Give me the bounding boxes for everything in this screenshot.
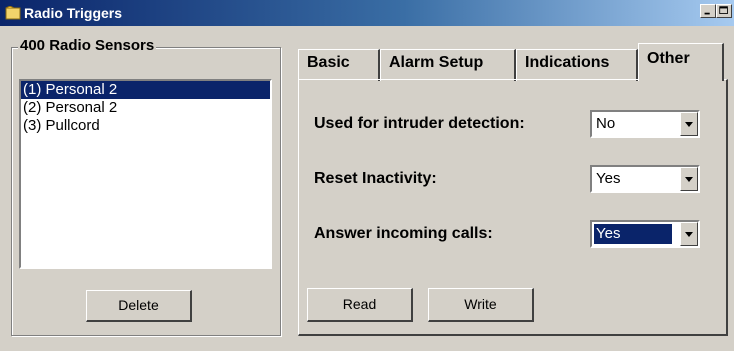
- minimize-icon: [704, 12, 710, 15]
- dropdown-arrow-button[interactable]: [680, 222, 698, 246]
- intruder-detection-label: Used for intruder detection:: [314, 115, 525, 132]
- reset-inactivity-select[interactable]: Yes: [590, 165, 700, 193]
- window-title: Radio Triggers: [24, 5, 123, 21]
- read-button[interactable]: Read: [307, 288, 413, 322]
- answer-calls-select[interactable]: Yes: [590, 220, 700, 248]
- maximize-icon: [719, 6, 728, 14]
- tab-alarm-setup[interactable]: Alarm Setup: [380, 49, 516, 81]
- intruder-detection-value: No: [596, 115, 616, 132]
- chevron-down-icon: [685, 122, 693, 127]
- chevron-down-icon: [685, 177, 693, 182]
- dropdown-arrow-button[interactable]: [680, 112, 698, 136]
- title-bar[interactable]: Radio Triggers: [0, 0, 734, 26]
- write-button[interactable]: Write: [428, 288, 534, 322]
- minimize-button[interactable]: [700, 4, 716, 18]
- answer-calls-label: Answer incoming calls:: [314, 225, 493, 242]
- sensor-list-item[interactable]: (3) Pullcord: [21, 117, 270, 135]
- reset-inactivity-value: Yes: [596, 170, 621, 187]
- sensors-group-title: 400 Radio Sensors: [18, 37, 157, 54]
- sensor-list-item[interactable]: (1) Personal 2: [21, 81, 270, 99]
- maximize-button[interactable]: [716, 4, 732, 18]
- app-icon: [5, 6, 21, 20]
- delete-button[interactable]: Delete: [86, 290, 192, 322]
- sensor-list[interactable]: (1) Personal 2 (2) Personal 2 (3) Pullco…: [19, 79, 272, 269]
- sensor-list-item[interactable]: (2) Personal 2: [21, 99, 270, 117]
- tab-indications[interactable]: Indications: [516, 49, 638, 81]
- reset-inactivity-label: Reset Inactivity:: [314, 170, 437, 187]
- dropdown-arrow-button[interactable]: [680, 167, 698, 191]
- tab-basic[interactable]: Basic: [298, 49, 380, 81]
- answer-calls-value: Yes: [593, 223, 673, 245]
- intruder-detection-select[interactable]: No: [590, 110, 700, 138]
- tab-other[interactable]: Other: [638, 43, 724, 81]
- chevron-down-icon: [685, 232, 693, 237]
